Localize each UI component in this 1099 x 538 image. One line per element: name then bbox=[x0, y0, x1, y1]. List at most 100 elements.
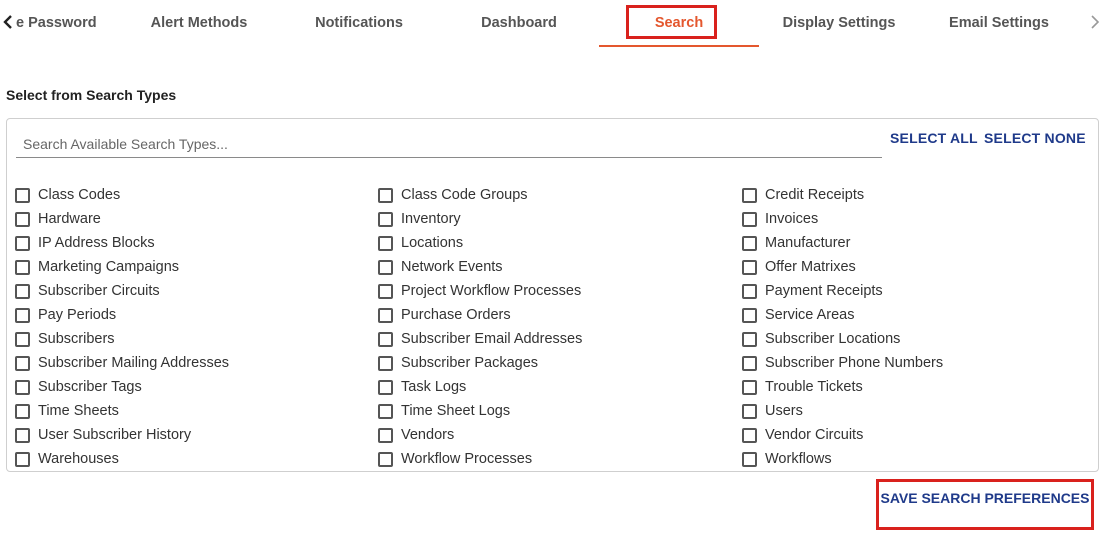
search-type-option[interactable]: Service Areas bbox=[742, 303, 1099, 327]
option-label: Task Logs bbox=[401, 379, 467, 395]
search-type-option[interactable]: Pay Periods bbox=[15, 303, 375, 327]
option-label: Subscriber Packages bbox=[401, 355, 539, 371]
checkbox[interactable] bbox=[378, 379, 393, 395]
checkbox[interactable] bbox=[378, 331, 393, 347]
checkbox[interactable] bbox=[15, 187, 30, 203]
search-type-option[interactable]: Credit Receipts bbox=[742, 183, 1099, 207]
search-type-option[interactable]: Task Logs bbox=[378, 375, 738, 399]
checkbox[interactable] bbox=[15, 451, 30, 467]
search-type-option[interactable]: Workflow Processes bbox=[378, 447, 738, 471]
search-type-option[interactable]: Warehouses bbox=[15, 447, 375, 471]
checkbox[interactable] bbox=[742, 451, 757, 467]
search-type-option[interactable]: Subscriber Mailing Addresses bbox=[15, 351, 375, 375]
tabs-scroll-right-icon[interactable] bbox=[1087, 8, 1099, 36]
checkbox[interactable] bbox=[378, 403, 393, 419]
search-type-option[interactable]: Subscriber Phone Numbers bbox=[742, 351, 1099, 375]
checkbox[interactable] bbox=[378, 211, 393, 227]
option-label: Subscribers bbox=[38, 331, 115, 347]
tab-email-settings[interactable]: Email Settings bbox=[919, 0, 1079, 46]
search-type-option[interactable]: Users bbox=[742, 399, 1099, 423]
search-type-option[interactable]: Vendor Circuits bbox=[742, 423, 1099, 447]
checkbox[interactable] bbox=[15, 379, 30, 395]
checkbox[interactable] bbox=[15, 283, 30, 299]
checkbox[interactable] bbox=[378, 355, 393, 371]
checkbox[interactable] bbox=[742, 355, 757, 371]
checkbox[interactable] bbox=[378, 235, 393, 251]
search-type-option[interactable]: Subscribers bbox=[15, 327, 375, 351]
checkbox[interactable] bbox=[742, 307, 757, 323]
option-label: Project Workflow Processes bbox=[401, 283, 582, 299]
checkbox[interactable] bbox=[742, 259, 757, 275]
checkbox[interactable] bbox=[15, 235, 30, 251]
search-type-option[interactable]: Subscriber Email Addresses bbox=[378, 327, 738, 351]
search-type-option[interactable]: Payment Receipts bbox=[742, 279, 1099, 303]
tabs-scroll-left-icon[interactable] bbox=[0, 8, 16, 36]
checkbox[interactable] bbox=[378, 451, 393, 467]
search-type-option[interactable]: Manufacturer bbox=[742, 231, 1099, 255]
checkbox[interactable] bbox=[378, 427, 393, 443]
search-type-option[interactable]: Hardware bbox=[15, 207, 375, 231]
checkbox[interactable] bbox=[742, 331, 757, 347]
checkbox[interactable] bbox=[742, 235, 757, 251]
search-type-option[interactable]: User Subscriber History bbox=[15, 423, 375, 447]
search-type-option[interactable]: Inventory bbox=[378, 207, 738, 231]
search-type-option[interactable]: Class Codes bbox=[15, 183, 375, 207]
options-column-3: Credit Receipts Invoices Manufacturer Offer… bbox=[742, 183, 1099, 471]
search-type-option[interactable]: Subscriber Locations bbox=[742, 327, 1099, 351]
checkbox[interactable] bbox=[378, 283, 393, 299]
tab-change-password[interactable]: e Password bbox=[16, 0, 128, 46]
checkbox[interactable] bbox=[378, 259, 393, 275]
option-label: Trouble Tickets bbox=[765, 379, 863, 395]
tab-dashboard[interactable]: Dashboard bbox=[439, 0, 599, 46]
checkbox[interactable] bbox=[378, 307, 393, 323]
option-label: IP Address Blocks bbox=[38, 235, 155, 251]
search-type-option[interactable]: Subscriber Packages bbox=[378, 351, 738, 375]
search-type-option[interactable]: Purchase Orders bbox=[378, 303, 738, 327]
checkbox[interactable] bbox=[15, 403, 30, 419]
checkbox[interactable] bbox=[742, 379, 757, 395]
search-type-option[interactable]: Offer Matrixes bbox=[742, 255, 1099, 279]
option-label: Subscriber Tags bbox=[38, 379, 142, 395]
option-label: Pay Periods bbox=[38, 307, 117, 323]
search-type-option[interactable]: Workflows bbox=[742, 447, 1099, 471]
checkbox[interactable] bbox=[15, 355, 30, 371]
checkbox[interactable] bbox=[15, 427, 30, 443]
save-search-preferences-button[interactable]: SAVE SEARCH PREFERENCES bbox=[880, 483, 1090, 513]
search-type-option[interactable]: Subscriber Tags bbox=[15, 375, 375, 399]
checkbox[interactable] bbox=[15, 211, 30, 227]
option-label: Offer Matrixes bbox=[765, 259, 856, 275]
checkbox[interactable] bbox=[15, 331, 30, 347]
select-all-button[interactable]: SELECT ALL bbox=[890, 130, 978, 146]
search-type-option[interactable]: Class Code Groups bbox=[378, 183, 738, 207]
tab-display-settings[interactable]: Display Settings bbox=[759, 0, 919, 46]
search-type-option[interactable]: IP Address Blocks bbox=[15, 231, 375, 255]
checkbox[interactable] bbox=[742, 211, 757, 227]
active-tab-indicator bbox=[599, 45, 759, 47]
search-type-option[interactable]: Time Sheet Logs bbox=[378, 399, 738, 423]
option-label: Time Sheets bbox=[38, 403, 119, 419]
search-types-input[interactable] bbox=[16, 130, 882, 158]
checkbox[interactable] bbox=[378, 187, 393, 203]
search-type-option[interactable]: Marketing Campaigns bbox=[15, 255, 375, 279]
search-type-option[interactable]: Subscriber Circuits bbox=[15, 279, 375, 303]
tab-notifications[interactable]: Notifications bbox=[279, 0, 439, 46]
search-type-option[interactable]: Trouble Tickets bbox=[742, 375, 1099, 399]
search-type-option[interactable]: Network Events bbox=[378, 255, 738, 279]
options-column-1: Class Codes Hardware IP Address Blocks Mark… bbox=[15, 183, 375, 471]
checkbox[interactable] bbox=[15, 307, 30, 323]
search-type-option[interactable]: Locations bbox=[378, 231, 738, 255]
checkbox[interactable] bbox=[742, 283, 757, 299]
option-label: Subscriber Circuits bbox=[38, 283, 160, 299]
tab-alert-methods[interactable]: Alert Methods bbox=[119, 0, 279, 46]
checkbox[interactable] bbox=[742, 187, 757, 203]
checkbox[interactable] bbox=[15, 259, 30, 275]
search-type-option[interactable]: Invoices bbox=[742, 207, 1099, 231]
tab-search[interactable]: Search bbox=[599, 0, 759, 46]
checkbox[interactable] bbox=[742, 403, 757, 419]
settings-tabs: e Password Alert Methods Notifications D… bbox=[0, 0, 1099, 48]
select-none-button[interactable]: SELECT NONE bbox=[984, 130, 1086, 146]
search-type-option[interactable]: Time Sheets bbox=[15, 399, 375, 423]
checkbox[interactable] bbox=[742, 427, 757, 443]
search-type-option[interactable]: Vendors bbox=[378, 423, 738, 447]
search-type-option[interactable]: Project Workflow Processes bbox=[378, 279, 738, 303]
